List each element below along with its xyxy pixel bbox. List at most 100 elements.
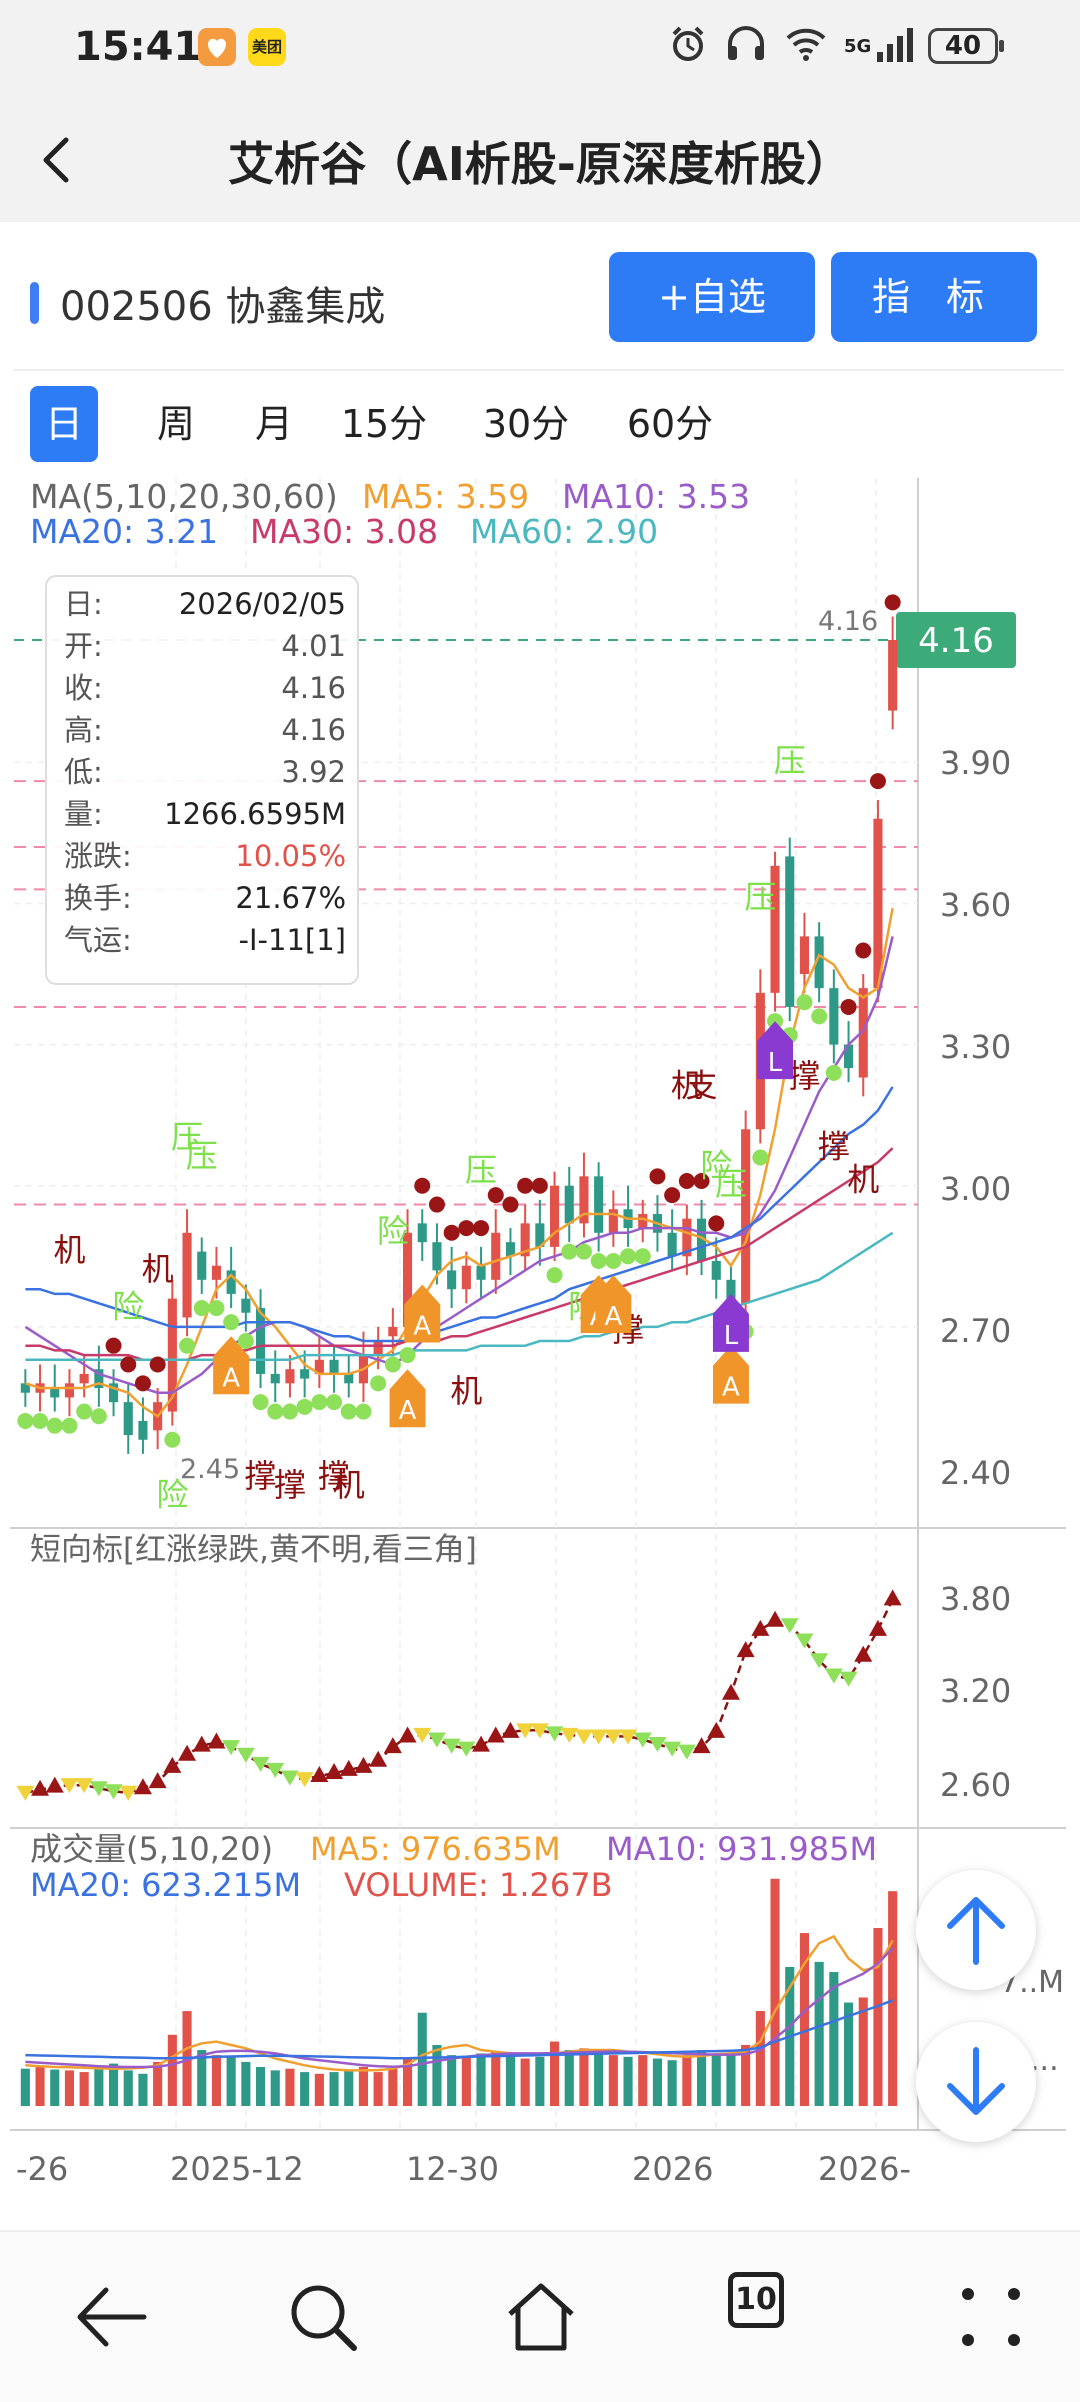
volume-bar xyxy=(79,2072,89,2106)
ma10-legend: MA10: 3.53 xyxy=(562,477,750,516)
info-label: 量: xyxy=(64,797,103,831)
volume-bar xyxy=(138,2073,148,2106)
volume-bar xyxy=(594,2053,604,2106)
green-signal-dot xyxy=(752,1149,769,1166)
volume-bar xyxy=(447,2055,457,2106)
signal-label: 撑 xyxy=(245,1457,277,1495)
scroll-up-button[interactable] xyxy=(916,1870,1036,1990)
candle-body xyxy=(285,1369,295,1384)
candle-body xyxy=(741,1129,751,1304)
stock-indicator-bar xyxy=(30,282,39,324)
tab-week[interactable]: 周 xyxy=(142,386,210,462)
red-signal-dot xyxy=(517,1177,534,1194)
signal-label: 机 xyxy=(53,1231,85,1269)
red-signal-dot xyxy=(120,1356,137,1373)
green-signal-dot xyxy=(17,1412,34,1429)
signal-label: 压 xyxy=(465,1151,497,1189)
nav-home-button[interactable] xyxy=(496,2272,586,2362)
direction-triangle xyxy=(486,1726,505,1743)
volume-bar xyxy=(829,1972,839,2106)
volume-bar xyxy=(535,2056,545,2106)
nav-menu-button[interactable] xyxy=(946,2272,1036,2362)
status-time: 15:41 xyxy=(74,24,202,70)
red-signal-dot xyxy=(105,1337,122,1354)
arrow-left-icon xyxy=(77,2287,147,2347)
candle-body xyxy=(476,1265,486,1280)
tab-month[interactable]: 月 xyxy=(240,386,308,462)
current-price-value: 4.16 xyxy=(918,621,994,661)
tab-30min[interactable]: 30分 xyxy=(478,386,574,462)
direction-triangle xyxy=(589,1729,608,1745)
volume-bar xyxy=(94,2065,104,2106)
info-label: 高: xyxy=(64,713,103,747)
short-tick: 3.20 xyxy=(940,1672,1011,1710)
candle-body xyxy=(64,1383,75,1398)
tab-60min[interactable]: 60分 xyxy=(622,386,718,462)
volume-bar xyxy=(873,1927,883,2106)
direction-triangle xyxy=(295,1772,314,1788)
candle-body xyxy=(829,988,839,1045)
candle-body xyxy=(50,1388,60,1398)
red-signal-dot xyxy=(428,1196,445,1213)
green-signal-dot xyxy=(561,1243,578,1260)
nav-search-button[interactable] xyxy=(278,2272,368,2362)
volume-bar xyxy=(814,1961,824,2106)
scroll-down-button[interactable] xyxy=(916,2022,1036,2142)
nav-back-button[interactable] xyxy=(66,2272,156,2362)
green-signal-dot xyxy=(825,1064,842,1081)
signal-label: 压 xyxy=(186,1137,218,1175)
signal-label: 压 xyxy=(715,1165,747,1203)
volume-bar xyxy=(358,2067,369,2106)
date-tick: 2026- xyxy=(818,2150,911,2188)
candle-body xyxy=(211,1265,222,1280)
alarm-icon xyxy=(668,24,708,68)
ma5-legend: MA5: 3.59 xyxy=(362,477,529,516)
candle-body xyxy=(785,856,795,1007)
signal-label: 险 xyxy=(156,1476,188,1514)
volume-bar xyxy=(579,2048,589,2106)
volume-bars xyxy=(20,1878,898,2106)
volume-bar xyxy=(50,2069,60,2106)
signal-label: 险 xyxy=(377,1212,409,1250)
red-signal-dot xyxy=(855,942,872,959)
arrow-down-icon xyxy=(947,2047,1005,2115)
marker-label: L xyxy=(724,1321,739,1351)
volume-bar xyxy=(417,2012,427,2106)
signal-label: 支 xyxy=(686,1066,718,1104)
nav-tabs-button[interactable]: 10 xyxy=(728,2272,818,2362)
signal-label: 机 xyxy=(142,1250,174,1288)
direction-triangle xyxy=(707,1721,726,1738)
marker-label: A xyxy=(604,1302,622,1332)
volume-bar xyxy=(491,2051,501,2106)
short-tick: 2.60 xyxy=(940,1766,1011,1804)
tab-day[interactable]: 日 xyxy=(30,386,98,462)
volume-bar xyxy=(329,2072,339,2106)
direction-triangle xyxy=(854,1645,873,1662)
red-signal-dot xyxy=(531,1177,548,1194)
volume-bar xyxy=(153,2061,163,2106)
price-tick: 3.00 xyxy=(940,1170,1011,1208)
add-watchlist-button[interactable]: +自选 xyxy=(609,252,815,342)
green-signal-dot xyxy=(296,1398,313,1415)
direction-triangle xyxy=(31,1779,50,1796)
indicator-button[interactable]: 指 标 xyxy=(831,252,1037,342)
volume-bar xyxy=(858,1997,868,2106)
marker-label: A xyxy=(413,1312,431,1342)
tab-15min[interactable]: 15分 xyxy=(336,386,432,462)
price-axis: 3.90 3.60 3.30 3.00 2.70 2.40 xyxy=(940,744,1011,1492)
info-value-fortune: -I-11[1] xyxy=(239,923,346,957)
volume-bar xyxy=(226,2056,236,2106)
volume-bar xyxy=(20,2068,30,2106)
price-tick: 3.90 xyxy=(940,744,1011,782)
direction-triangle xyxy=(824,1668,843,1684)
red-signal-dot xyxy=(502,1196,519,1213)
signal-icon xyxy=(875,24,915,68)
signal-label: 压 xyxy=(774,742,806,780)
green-signal-dot xyxy=(399,1347,416,1364)
volume-bar xyxy=(608,2055,618,2106)
info-value-open: 4.01 xyxy=(281,629,346,663)
direction-triangle xyxy=(427,1732,446,1748)
direction-triangle xyxy=(795,1633,814,1649)
green-signal-dot xyxy=(32,1412,49,1429)
candle-body xyxy=(461,1265,471,1290)
